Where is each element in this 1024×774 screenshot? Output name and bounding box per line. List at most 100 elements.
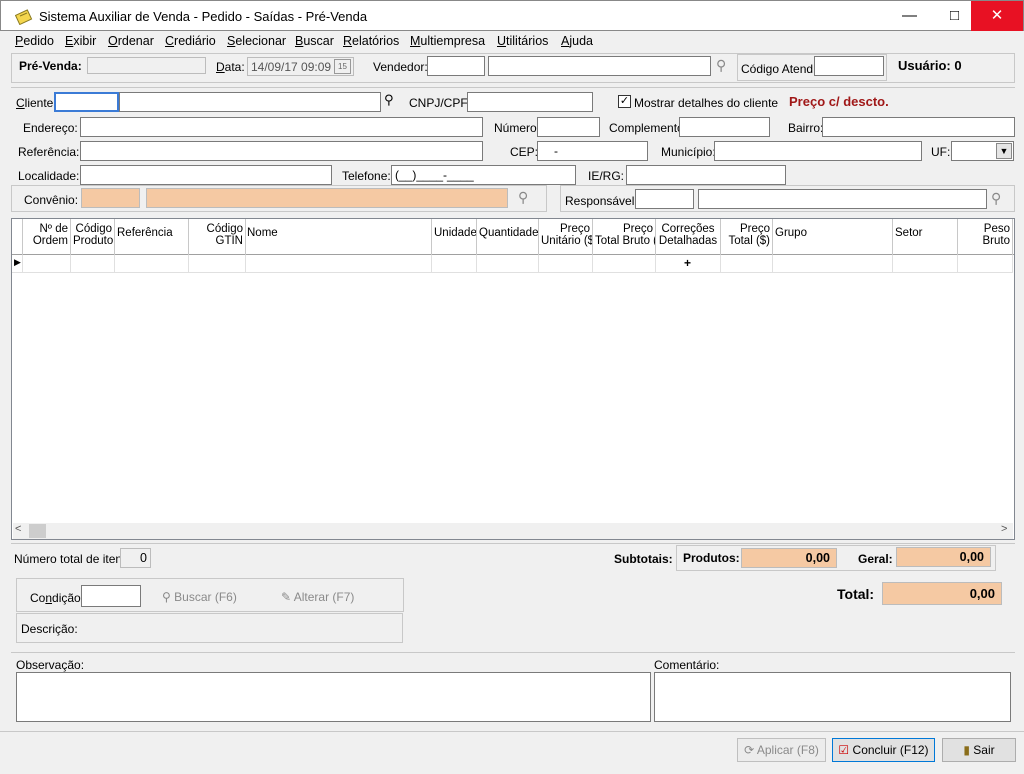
grid-cell[interactable] [893,255,958,273]
cep-input[interactable]: - [537,141,648,161]
menu-item-utilitários[interactable]: Utilitários [497,34,548,48]
condicao-input[interactable] [81,585,141,607]
grid-column-header[interactable]: Preço Unitário ($) [539,219,593,255]
comentario-textarea[interactable] [654,672,1011,722]
menu-item-multiempresa[interactable]: Multiempresa [410,34,485,48]
grid-column-header[interactable]: Setor [893,219,958,255]
responsavel-name-input[interactable] [698,189,987,209]
vendedor-name-input[interactable] [488,56,711,76]
scroll-left-icon[interactable]: < [15,523,21,535]
window-title: Sistema Auxiliar de Venda - Pedido - Saí… [39,9,368,24]
grid-cell[interactable] [773,255,893,273]
total-value: 0,00 [882,582,1002,605]
complemento-input[interactable] [679,117,770,137]
grid-column-header[interactable]: Nome [245,219,432,255]
menu-item-ordenar[interactable]: Ordenar [108,34,154,48]
geral-label: Geral: [858,552,893,566]
binoculars-icon[interactable]: ⚲ [384,92,394,108]
cnpj-label: CNPJ/CPF: [409,96,472,110]
responsavel-code-input[interactable] [635,189,694,209]
mostrar-checkbox[interactable]: ✓ [618,95,631,108]
ierg-input[interactable] [626,165,786,185]
grid-cell[interactable] [23,255,71,273]
menu-item-exibir[interactable]: Exibir [65,34,96,48]
grid-corner[interactable] [12,219,23,255]
sair-button[interactable]: ▮ Sair [942,738,1016,762]
vendedor-code-input[interactable] [427,56,485,76]
menu-item-buscar[interactable]: Buscar [295,34,334,48]
cliente-code-input[interactable] [54,92,119,112]
telefone-input[interactable]: (__)____-____ [391,165,576,185]
close-button[interactable]: ✕ [971,1,1023,31]
cliente-name-input[interactable] [119,92,381,112]
grid-cell[interactable] [71,255,115,273]
grid-column-header[interactable]: PreçoTotal Bruto ($) [593,219,656,255]
comentario-label: Comentário: [654,658,720,672]
geral-value: 0,00 [896,547,991,567]
menu-item-crediário[interactable]: Crediário [165,34,216,48]
grid-cell[interactable] [188,255,246,273]
grid-cell[interactable] [12,255,23,273]
preco-descto-label: Preço c/ descto. [789,94,889,109]
exit-door-icon: ▮ [963,743,970,757]
minimize-button[interactable]: — [886,1,933,31]
grid-column-header[interactable]: Grupo [773,219,893,255]
sair-label: Sair [973,743,995,757]
grid-cell[interactable] [245,255,432,273]
cliente-label: Cliente: [16,96,57,110]
edit-icon: ✎ [281,590,292,604]
municipio-input[interactable] [714,141,922,161]
endereco-input[interactable] [80,117,483,137]
localidade-input[interactable] [80,165,332,185]
calendar-icon[interactable]: 15 [334,59,351,74]
menu-item-ajuda[interactable]: Ajuda [561,34,593,48]
grid-column-header[interactable]: Nº de Ordem [23,219,71,255]
data-label: Data: [216,60,245,74]
numero-input[interactable] [537,117,600,137]
grid-cell[interactable] [593,255,656,273]
apply-icon: ⟳ [744,743,755,757]
produtos-label: Produtos: [683,551,740,565]
convenio-name-input [146,188,508,208]
convenio-code-input [81,188,140,208]
horizontal-scrollbar[interactable]: < > [13,523,1013,539]
separator [0,731,1024,732]
menu-item-pedido[interactable]: Pedido [15,34,54,48]
bairro-input[interactable] [822,117,1015,137]
grid-column-header[interactable]: Unidade [432,219,477,255]
menu-item-relatórios[interactable]: Relatórios [343,34,399,48]
grid-cell[interactable] [477,255,539,273]
grid-cell[interactable] [115,255,189,273]
grid-cell[interactable] [432,255,477,273]
subtotais-label: Subtotais: [614,552,673,566]
aplicar-button: ⟳ Aplicar (F8) [737,738,826,762]
separator [11,87,1015,88]
grid-cell[interactable] [721,255,773,273]
telefone-label: Telefone: [342,169,391,183]
menu-item-selecionar[interactable]: Selecionar [227,34,286,48]
scroll-thumb[interactable] [29,524,46,538]
observacao-textarea[interactable] [16,672,651,722]
grid-column-header[interactable]: Referência [115,219,189,255]
mostrar-label[interactable]: Mostrar detalhes do cliente [634,96,778,110]
aplicar-label: Aplicar (F8) [756,743,819,757]
referencia-input[interactable] [80,141,483,161]
grid-column-header[interactable]: Preço Total ($) [721,219,773,255]
concluir-button[interactable]: ☑ Concluir (F12) [832,738,935,762]
grid-column-header[interactable]: Correções Detalhadas [656,219,721,255]
chevron-down-icon[interactable]: ▼ [996,143,1012,159]
grid-column-header[interactable]: Quantidade [477,219,539,255]
scroll-right-icon[interactable]: > [1001,523,1007,535]
items-grid[interactable]: Nº de Ordem Código Produto Referência Código G… [11,218,1015,540]
grid-cell[interactable] [539,255,593,273]
grid-column-header[interactable]: Peso Bruto [958,219,1013,255]
cnpj-input[interactable] [467,92,593,112]
concluir-label: Concluir (F12) [852,743,929,757]
binoculars-icon[interactable]: ⚲ [716,57,726,74]
grid-column-header[interactable]: Código GTIN [188,219,246,255]
grid-cell[interactable] [958,255,1013,273]
expand-corrections-icon[interactable]: + [684,256,691,270]
grid-column-header[interactable]: Código Produto [71,219,115,255]
codigo-atend-input[interactable] [814,56,884,76]
binoculars-icon[interactable]: ⚲ [991,190,1001,207]
